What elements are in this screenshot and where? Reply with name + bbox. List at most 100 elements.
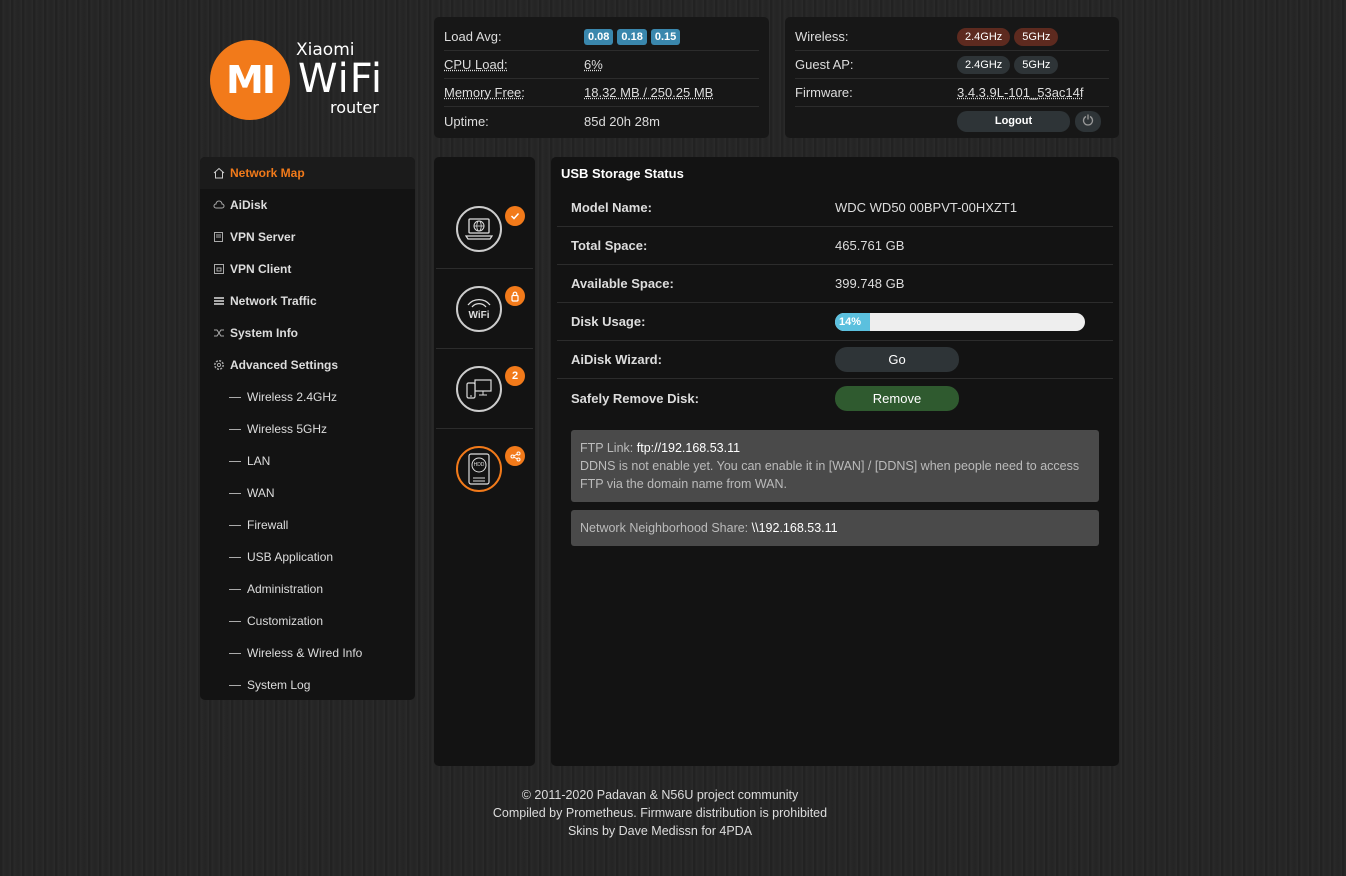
check-badge-icon [505, 206, 525, 226]
uptime-row: Uptime: 85d 20h 28m [444, 107, 759, 135]
available-space-row: Available Space: 399.748 GB [557, 265, 1113, 303]
internet-icon [456, 206, 502, 252]
mi-logo-circle: MI [210, 40, 290, 120]
share-label: Network Neighborhood Share: [580, 521, 749, 535]
cpu-row: CPU Load: 6% [444, 51, 759, 79]
clients-status-cell[interactable]: 2 [436, 349, 533, 429]
uptime-value: 85d 20h 28m [584, 113, 660, 129]
guest-24-toggle[interactable]: 2.4GHz [957, 55, 1011, 74]
usb-disk-status-cell[interactable]: HDD [436, 429, 533, 509]
nav-system-info[interactable]: System Info [200, 317, 415, 349]
nav-sub-wireless-5[interactable]: Wireless 5GHz [200, 413, 415, 445]
system-status-panel: Load Avg: 0.08 0.18 0.15 CPU Load: 6% Memo… [434, 17, 769, 138]
nav-vpn-server-label: VPN Server [230, 230, 296, 244]
footer-compiled: Compiled by Prometheus. Firmware distrib… [492, 806, 828, 820]
load-avg-row: Load Avg: 0.08 0.18 0.15 [444, 23, 759, 51]
nav-sub-customization[interactable]: Customization [200, 605, 415, 637]
brand-wifi: WiFi [298, 56, 383, 102]
nav-vpn-server[interactable]: VPN Server [200, 221, 415, 253]
remove-disk-label: Safely Remove Disk: [571, 390, 699, 406]
disk-usage-fill: 14% [835, 312, 870, 331]
cpu-label[interactable]: CPU Load: [444, 57, 584, 72]
disk-usage-bar: 14% [835, 312, 1085, 331]
total-space-row: Total Space: 465.761 GB [557, 227, 1113, 265]
ddns-note: DDNS is not enable yet. You can enable i… [580, 459, 1080, 491]
share-info-box: Network Neighborhood Share: \\192.168.53… [571, 510, 1099, 546]
firmware-value[interactable]: 3.4.3.9L-101_53ac14f [957, 85, 1084, 100]
nav-sub-wireless-wired-info[interactable]: Wireless & Wired Info [200, 637, 415, 669]
nav-sub-firewall[interactable]: Firewall [200, 509, 415, 541]
nav-sub-wireless-24[interactable]: Wireless 2.4GHz [200, 381, 415, 413]
nav-sub-label: USB Application [247, 550, 334, 564]
guest-5-toggle[interactable]: 5GHz [1014, 55, 1059, 74]
logout-button[interactable]: Logout [957, 110, 1070, 132]
power-button[interactable] [1075, 110, 1101, 132]
load-avg-15: 0.15 [650, 29, 681, 45]
internet-status-cell[interactable] [436, 189, 533, 269]
wifi-icon: WiFi [456, 286, 502, 332]
nav-sub-wan[interactable]: WAN [200, 477, 415, 509]
cpu-value[interactable]: 6% [584, 57, 603, 72]
nav-sub-label: Wireless 5GHz [247, 422, 328, 436]
nav-network-traffic-label: Network Traffic [230, 294, 317, 308]
wireless-5-toggle[interactable]: 5GHz [1014, 27, 1059, 46]
page-footer: © 2011-2020 Padavan & N56U project commu… [0, 786, 1320, 840]
nav-sub-label: Firewall [247, 518, 289, 532]
remove-disk-row: Safely Remove Disk: Remove [557, 379, 1113, 417]
available-space-label: Available Space: [571, 276, 674, 291]
disk-usage-label: Disk Usage: [571, 314, 646, 329]
nav-aidisk-label: AiDisk [230, 198, 268, 212]
ftp-info-box: FTP Link: ftp://192.168.53.11 DDNS is no… [571, 430, 1099, 502]
nav-sub-label: Administration [247, 582, 324, 596]
disk-usage-row: Disk Usage: 14% [557, 303, 1113, 341]
footer-copyright: © 2011-2020 Padavan & N56U project commu… [521, 788, 799, 802]
power-icon [1082, 114, 1094, 126]
remove-button[interactable]: Remove [835, 385, 959, 411]
nav-sub-lan[interactable]: LAN [200, 445, 415, 477]
wifi-status-cell[interactable]: WiFi [436, 269, 533, 349]
nav-advanced-settings[interactable]: Advanced Settings [200, 349, 415, 381]
guest-ap-row: Guest AP: 2.4GHz 5GHz [795, 51, 1109, 79]
total-space-value: 465.761 GB [835, 238, 905, 253]
traffic-icon [212, 295, 225, 308]
nav-sub-label: System Log [247, 678, 311, 692]
wireless-label: Wireless: [795, 29, 849, 44]
panel-title: USB Storage Status [561, 166, 684, 181]
nav-network-map[interactable]: Network Map [200, 157, 415, 189]
load-avg-label: Load Avg: [444, 29, 502, 44]
sidebar-nav: Network Map AiDisk VPN Server VPN Client… [200, 157, 415, 700]
mi-logo-text: MI [226, 58, 276, 102]
nav-sub-label: WAN [247, 486, 275, 500]
nav-system-info-label: System Info [230, 326, 299, 340]
firmware-row: Firmware: 3.4.3.9L-101_53ac14f [795, 79, 1109, 107]
ftp-link[interactable]: ftp://192.168.53.11 [637, 441, 740, 455]
brand-logo: MI Xiaomi WiFi router [210, 40, 400, 122]
total-space-label: Total Space: [571, 238, 648, 253]
go-button[interactable]: Go [835, 347, 959, 372]
network-status-panel: Wireless: 2.4GHz 5GHz Guest AP: 2.4GHz 5… [785, 17, 1119, 138]
wireless-row: Wireless: 2.4GHz 5GHz [795, 23, 1109, 51]
lock-badge-icon [505, 286, 525, 306]
uptime-label: Uptime: [444, 113, 489, 129]
nav-sub-system-log[interactable]: System Log [200, 669, 415, 701]
guest-ap-label: Guest AP: [795, 57, 854, 72]
nav-sub-administration[interactable]: Administration [200, 573, 415, 605]
cloud-icon [212, 199, 225, 212]
share-link[interactable]: \\192.168.53.11 [752, 521, 838, 535]
logout-row: Logout [795, 107, 1109, 135]
shuffle-icon [212, 327, 225, 340]
footer-skins: Skins by Dave Medissn for 4PDA [567, 824, 753, 838]
nav-sub-usb-application[interactable]: USB Application [200, 541, 415, 573]
nav-network-traffic[interactable]: Network Traffic [200, 285, 415, 317]
gear-icon [212, 359, 225, 372]
wireless-24-toggle[interactable]: 2.4GHz [957, 27, 1011, 46]
nav-aidisk[interactable]: AiDisk [200, 189, 415, 221]
share-badge-icon [505, 446, 525, 466]
nav-sub-label: LAN [247, 454, 271, 468]
memory-label[interactable]: Memory Free: [444, 85, 584, 100]
nav-vpn-client[interactable]: VPN Client [200, 253, 415, 285]
available-space-value: 399.748 GB [835, 276, 905, 291]
memory-row: Memory Free: 18.32 MB / 250.25 MB [444, 79, 759, 107]
nav-network-map-label: Network Map [230, 166, 305, 180]
memory-value[interactable]: 18.32 MB / 250.25 MB [584, 85, 713, 100]
